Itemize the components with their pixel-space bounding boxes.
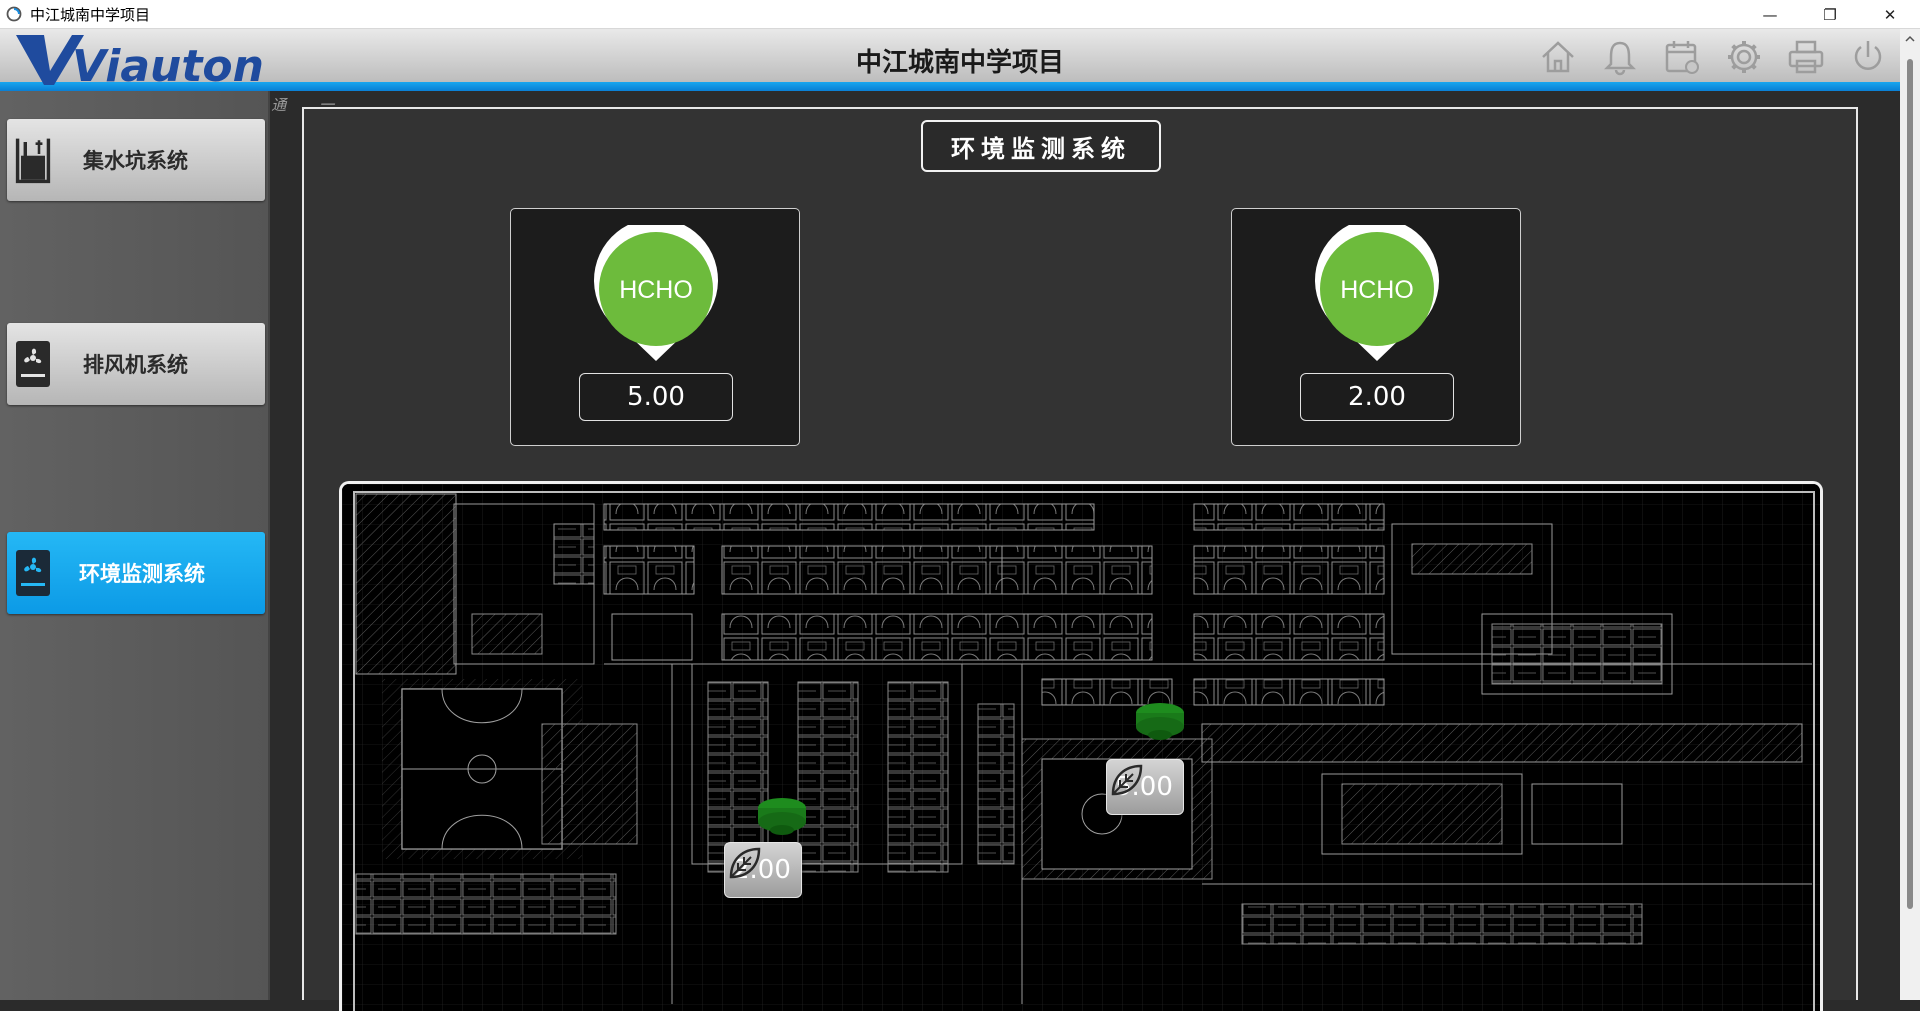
printer-icon[interactable] [1784, 35, 1828, 79]
sensor-label: HCHO [619, 276, 693, 304]
floor-plan-drawing [342, 484, 1820, 1011]
floor-plan-map[interactable]: 5.00 2.00 [339, 481, 1823, 1011]
exhaust-fan-icon [15, 339, 51, 389]
sidebar-item-label: 排风机系统 [83, 352, 188, 377]
vertical-scrollbar[interactable] [1900, 29, 1920, 1000]
smoke-detector-icon[interactable] [1132, 699, 1188, 743]
window-controls: — ❐ ✕ [1740, 0, 1920, 29]
logo-text: Viauton [72, 41, 264, 89]
environment-fan-icon [15, 548, 51, 598]
sensor-label: HCHO [1340, 276, 1414, 304]
minimize-button[interactable]: — [1740, 0, 1800, 29]
header-toolbar [1536, 35, 1890, 79]
page-title: 中江城南中学项目 [855, 48, 1064, 78]
section-title: 环境监测系统 [921, 120, 1161, 172]
sidebar-item-label: 集水坑系统 [83, 148, 188, 173]
gear-icon[interactable] [1722, 35, 1766, 79]
scroll-thumb[interactable] [1907, 59, 1913, 909]
close-button[interactable]: ✕ [1860, 0, 1920, 29]
smoke-detector-icon[interactable] [754, 794, 810, 838]
hcho-sensor-icon: HCHO [1315, 225, 1439, 361]
sump-pit-icon [15, 135, 51, 185]
sensor-reading[interactable]: 2.00 [724, 842, 802, 898]
sidebar: 集水坑系统 排风机系统 环境监测系统 [0, 91, 270, 1000]
scroll-up-icon[interactable] [1904, 33, 1916, 45]
sidebar-item-label: 环境监测系统 [79, 561, 205, 586]
sidebar-item-exhaust-fan[interactable]: 排风机系统 [7, 323, 265, 405]
window-titlebar: 中江城南中学项目 — ❐ ✕ [0, 0, 1920, 29]
sensor-card[interactable]: HCHO 5.00 [510, 208, 800, 446]
home-icon[interactable] [1536, 35, 1580, 79]
sensor-card[interactable]: HCHO 2.00 [1231, 208, 1521, 446]
main-panel: 环境监测系统 HCHO 5.00 HCHO 2.00 5.00 2.00 [302, 107, 1858, 1011]
header-accent-bar [0, 82, 1900, 91]
leaf-icon [729, 847, 761, 879]
power-icon[interactable] [1846, 35, 1890, 79]
brand-logo: Viauton [16, 35, 264, 89]
sidebar-item-environment[interactable]: 环境监测系统 [7, 532, 265, 614]
sensor-value: 5.00 [579, 373, 733, 421]
app-icon [6, 6, 22, 22]
leaf-icon [1111, 764, 1143, 796]
maximize-button[interactable]: ❐ [1800, 0, 1860, 29]
hcho-sensor-icon: HCHO [594, 225, 718, 361]
sidebar-item-sump-pit[interactable]: 集水坑系统 [7, 119, 265, 201]
calendar-icon[interactable] [1660, 35, 1704, 79]
bell-icon[interactable] [1598, 35, 1642, 79]
sensor-reading[interactable]: 5.00 [1106, 759, 1184, 815]
sensor-value: 2.00 [1300, 373, 1454, 421]
window-title: 中江城南中学项目 [30, 5, 151, 24]
